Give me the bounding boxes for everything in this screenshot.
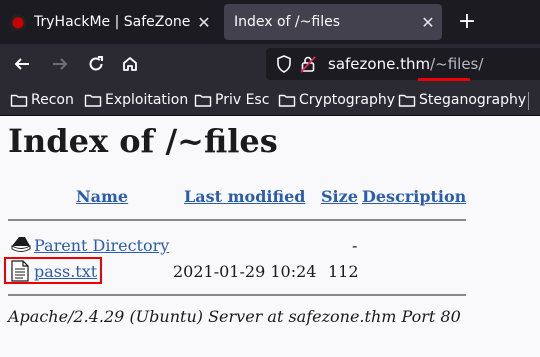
folder-icon (278, 94, 296, 107)
url-text[interactable]: safezone.thm/~files/ (328, 55, 483, 73)
bookmark-steganography[interactable]: Steganography (398, 90, 526, 110)
tab-title: Index of /~files (234, 14, 340, 30)
folder-icon (194, 94, 212, 107)
bookmark-label: Cryptography (299, 92, 396, 108)
forward-arrow-icon (53, 58, 68, 70)
shield-icon[interactable] (276, 55, 292, 73)
file-link-pass-txt[interactable]: pass.txt (34, 262, 97, 281)
bookmark-recon[interactable]: Recon (10, 90, 74, 110)
bookmark-exploitation[interactable]: Exploitation (84, 90, 188, 110)
parent-directory-link[interactable]: Parent Directory (34, 236, 169, 255)
bookmark-label: Steganography (419, 92, 527, 108)
url-path: /~files/ (430, 55, 484, 73)
reload-button[interactable] (82, 50, 110, 78)
parent-directory-size: - (352, 236, 358, 255)
back-button[interactable] (8, 50, 36, 78)
file-last-modified: 2021-01-29 10:24 (173, 262, 317, 281)
footer-divider (8, 294, 466, 296)
insecure-lock-icon[interactable] (300, 55, 316, 73)
header-divider (8, 219, 466, 221)
url-path-underline-annotation (418, 78, 470, 81)
bookmark-label: Priv Esc (215, 92, 270, 108)
tab-strip: TryHackMe | SafeZone ✕ Index of /~files … (0, 0, 540, 44)
column-header-name[interactable]: Name (76, 187, 128, 206)
tryhackme-favicon-icon (10, 14, 26, 30)
tab-title: TryHackMe | SafeZone (34, 14, 190, 30)
file-size: 112 (328, 262, 359, 281)
folder-icon (84, 94, 102, 107)
bookmark-label: Exploitation (105, 92, 189, 108)
column-header-description[interactable]: Description (362, 187, 466, 206)
text-file-icon (11, 260, 29, 282)
tab-tryhackme[interactable]: TryHackMe | SafeZone ✕ (2, 4, 218, 40)
home-button[interactable] (116, 50, 144, 78)
page-title: Index of /~files (8, 122, 278, 160)
close-tab-icon[interactable]: ✕ (190, 13, 218, 32)
close-tab-icon[interactable]: ✕ (414, 13, 442, 32)
back-icon (11, 237, 31, 252)
url-bar[interactable]: safezone.thm/~files/ (266, 48, 540, 81)
reload-icon (89, 56, 103, 71)
page-content: Index of /~files Name Last modified Size… (0, 116, 540, 357)
column-header-last-modified[interactable]: Last modified (184, 187, 305, 206)
navigation-toolbar: safezone.thm/~files/ (0, 44, 540, 84)
url-host: safezone.thm (328, 55, 431, 73)
bookmarks-separator (528, 92, 529, 110)
server-signature: Apache/2.4.29 (Ubuntu) Server at safezon… (8, 307, 461, 326)
new-tab-button[interactable]: + (452, 8, 482, 36)
folder-icon (10, 94, 28, 107)
bookmark-priv-esc[interactable]: Priv Esc (194, 90, 269, 110)
folder-icon (398, 94, 416, 107)
home-icon (123, 57, 137, 71)
back-arrow-icon (14, 58, 29, 70)
bookmarks-toolbar: Recon Exploitation Priv Esc Cryptography… (0, 84, 540, 116)
forward-button[interactable] (46, 50, 74, 78)
tab-index-files[interactable]: Index of /~files ✕ (224, 4, 442, 40)
bookmark-label: Recon (31, 92, 74, 108)
bookmark-cryptography[interactable]: Cryptography (278, 90, 395, 110)
column-header-size[interactable]: Size (321, 187, 358, 206)
